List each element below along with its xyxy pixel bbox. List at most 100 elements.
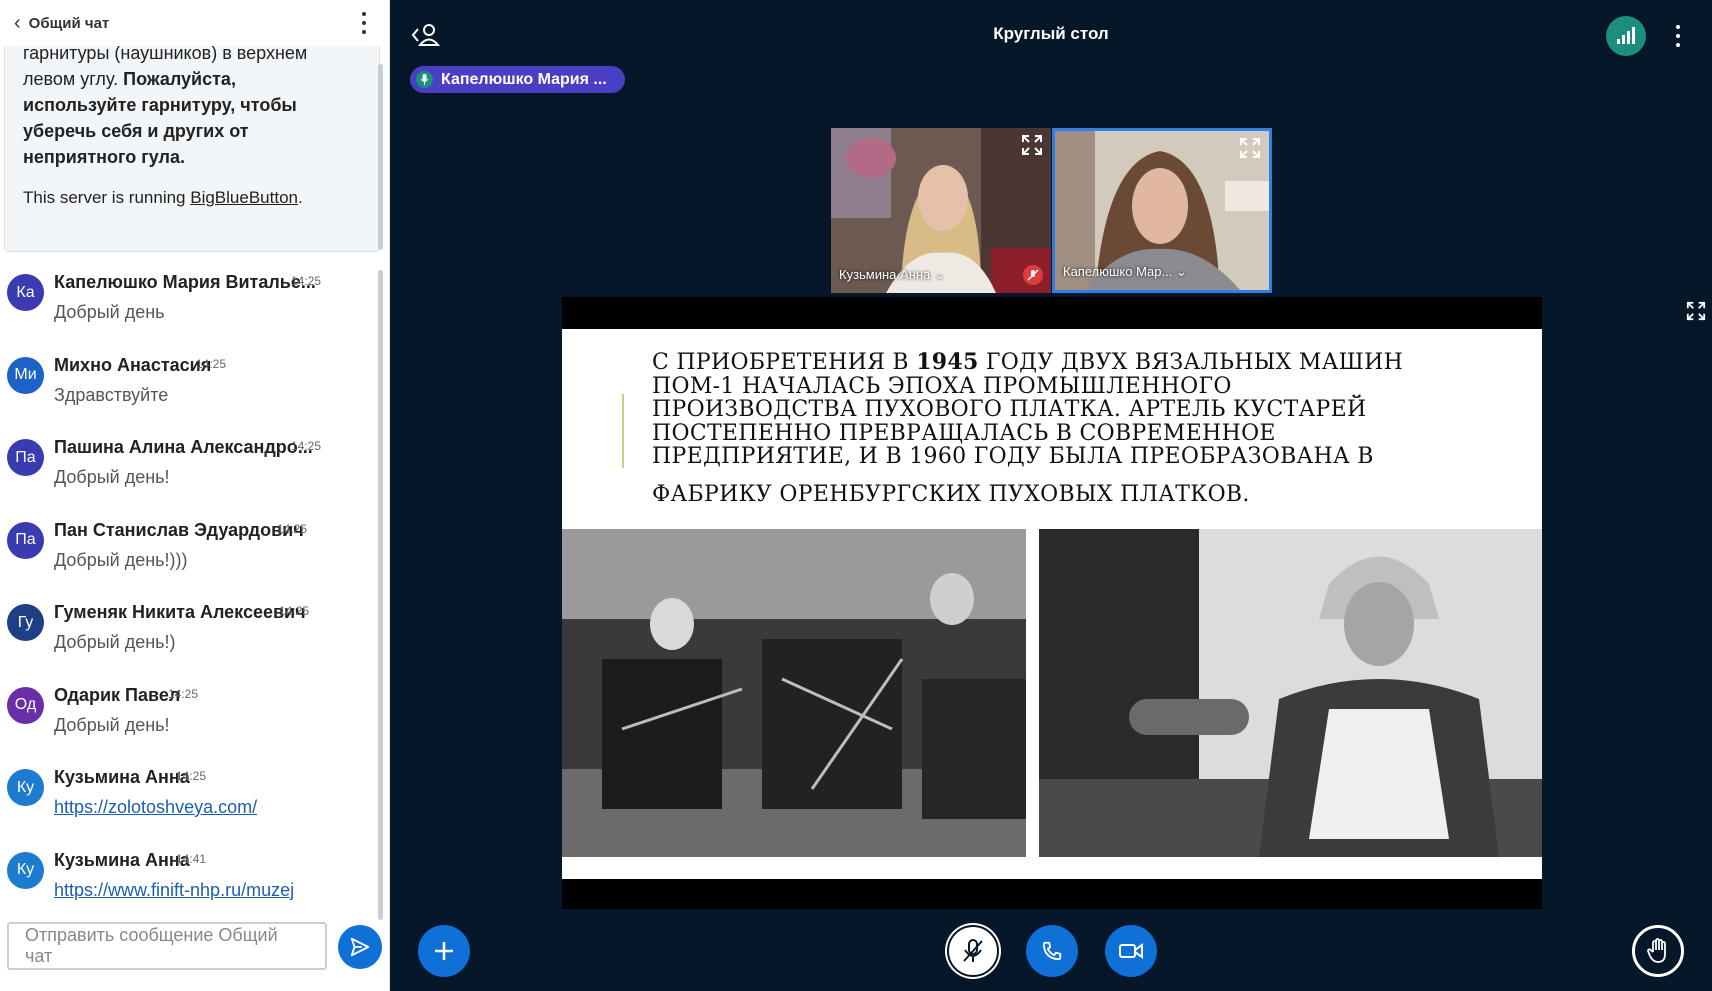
message-time: 14:25	[279, 604, 310, 618]
phone-icon	[1042, 941, 1062, 961]
message-author: Михно Анастасия	[54, 354, 212, 375]
slide-line-3: производства пухового платка. Артель кус…	[652, 397, 1367, 422]
slide-line-4: постепенно превращалась в современное	[652, 420, 1276, 446]
chat-message-input[interactable]: Отправить сообщение Общий чат	[7, 922, 327, 970]
webcam-user-label[interactable]: Кузьмина Анна ⌄	[839, 267, 945, 283]
slide-line-2: ПОМ-1 началась эпоха промышленного	[652, 373, 1232, 399]
chat-panel: ‹ Общий чат гарнитуры (наушников) в верх…	[0, 0, 390, 991]
options-menu-button[interactable]	[1673, 25, 1683, 47]
send-icon	[350, 937, 370, 957]
message-time: 14:25	[176, 769, 207, 783]
connection-status-icon	[1617, 39, 1620, 44]
chat-scrollbar[interactable]	[378, 270, 383, 920]
meeting-title: Круглый стол	[993, 24, 1109, 43]
welcome-line-3: используйте гарнитуру, чтобы	[23, 95, 297, 115]
chat-message: Ми Михно Анастасия 14:25 Здравствуйте	[0, 345, 380, 428]
chat-message: Ка Капелюшко Мария Виталье... 14:25 Добрый …	[0, 262, 380, 345]
chat-message: Па Пашина Алина Александро... 14:25 Добрый …	[0, 427, 380, 510]
presentation-slide: С приобретения в 1945 году двух вязальны…	[562, 297, 1542, 909]
slide-photo-factory	[562, 529, 1026, 857]
slide-year: 1945	[916, 349, 979, 375]
avatar[interactable]: Ми	[7, 356, 44, 394]
chat-message: Гу Гуменяк Никита Алексеевич 14:25 Добрый д…	[0, 592, 380, 675]
message-text: Добрый день	[54, 302, 165, 322]
chevron-left-icon: ‹	[14, 12, 21, 34]
video-icon	[1119, 943, 1143, 959]
talking-user-name: Капелюшко Мария ...	[441, 70, 607, 88]
avatar[interactable]: Ка	[7, 274, 44, 311]
avatar[interactable]: Гу	[7, 604, 44, 641]
fullscreen-icon[interactable]	[1021, 134, 1043, 156]
welcome-message: гарнитуры (наушников) в верхнем левом уг…	[4, 46, 380, 252]
chat-back-button[interactable]: ‹ Общий чат	[14, 13, 109, 33]
chat-message-list: Ка Капелюшко Мария Виталье... 14:25 Добрый …	[0, 262, 380, 922]
chat-message: Ку Кузьмина Анна 14:25 https://zolotoshveya…	[0, 757, 380, 840]
webcam-user-label[interactable]: Капелюшко Мар... ⌄	[1063, 264, 1187, 280]
message-author: Кузьмина Анна	[54, 767, 190, 787]
raise-hand-button[interactable]	[1632, 925, 1684, 977]
send-message-button[interactable]	[338, 925, 382, 969]
message-text: Добрый день!)))	[54, 549, 188, 570]
message-text: Добрый день!	[54, 714, 170, 735]
message-author: Кузьмина Анна	[54, 849, 190, 870]
slide-line-1b: году двух вязальных машин	[978, 350, 1404, 375]
message-author: Гуменяк Никита Алексеевич	[54, 602, 306, 622]
message-text: Добрый день!	[54, 467, 170, 487]
mute-button[interactable]	[947, 925, 999, 977]
chat-input-placeholder: Отправить сообщение Общий чат	[25, 925, 278, 966]
fullscreen-icon[interactable]	[1239, 137, 1261, 159]
message-time: 14:25	[291, 439, 322, 453]
message-author: Одарик Павел	[54, 684, 181, 705]
message-author: Пашина Алина Александро...	[54, 437, 313, 457]
message-text: Здравствуйте	[54, 384, 169, 405]
message-time: 14:25	[196, 356, 227, 371]
chat-title: Общий чат	[28, 14, 110, 32]
message-time: 14:25	[291, 274, 322, 288]
mic-icon	[416, 71, 433, 88]
chat-header: ‹ Общий чат	[0, 0, 390, 46]
mic-icon	[963, 939, 983, 962]
slide-accent-bar	[622, 394, 624, 468]
share-webcam-button[interactable]	[1105, 925, 1157, 977]
webcam-tile[interactable]: Кузьмина Анна ⌄	[831, 128, 1051, 293]
avatar[interactable]: Од	[7, 686, 44, 724]
avatar[interactable]: Па	[7, 439, 44, 476]
welcome-line-1: гарнитуры (наушников) в верхнем	[23, 46, 308, 63]
slide-line-6: фабрику оренбургских пуховых платков.	[652, 481, 1250, 507]
avatar[interactable]: Па	[7, 521, 44, 559]
message-link[interactable]: https://zolotoshveya.com/	[54, 797, 257, 818]
presentation-fullscreen-icon[interactable]	[1686, 301, 1706, 321]
message-time: 14:25	[277, 521, 308, 536]
plus-icon	[435, 942, 453, 960]
message-time: 14:41	[176, 851, 207, 866]
leave-audio-button[interactable]	[1026, 925, 1078, 977]
raise-hand-icon	[1647, 938, 1666, 963]
message-author: Капелюшко Мария Виталье...	[54, 272, 316, 292]
bigbluebutton-link[interactable]: BigBlueButton	[190, 188, 298, 207]
message-time: 14:25	[168, 686, 199, 701]
slide-line-1a: С приобретения в	[652, 350, 917, 375]
slide-photo-worker	[1039, 529, 1542, 857]
muted-mic-icon	[1023, 265, 1043, 285]
message-link[interactable]: https://www.finift-nhp.ru/muzej	[54, 880, 294, 901]
server-suffix: .	[297, 188, 303, 207]
welcome-line-2-bold: Пожалуйста,	[123, 69, 236, 89]
welcome-scrollbar[interactable]	[378, 64, 383, 250]
connection-status-button[interactable]	[1606, 16, 1646, 56]
welcome-line-5: неприятного гула.	[23, 147, 185, 167]
meeting-area: Круглый стол Капелюшко Мария ... Кузьмин…	[390, 0, 1712, 991]
avatar[interactable]: Ку	[7, 851, 44, 889]
avatar[interactable]: Ку	[7, 769, 44, 806]
chat-message: Па Пан Станислав Эдуардович 14:25 Добрый де…	[0, 510, 380, 593]
actions-button[interactable]	[418, 925, 470, 977]
webcam-tile-active[interactable]: Капелюшко Мар... ⌄	[1052, 128, 1272, 293]
welcome-line-4: уберечь себя и других от	[23, 121, 249, 141]
slide-content: С приобретения в 1945 году двух вязальны…	[562, 329, 1542, 879]
chat-message: Ку Кузьмина Анна 14:41 https://www.finift-n…	[0, 840, 380, 923]
server-text: This server is running	[23, 188, 191, 207]
chat-options-button[interactable]	[358, 12, 370, 34]
message-text: Добрый день!)	[54, 632, 176, 652]
talking-indicator[interactable]: Капелюшко Мария ...	[410, 66, 625, 93]
message-author: Пан Станислав Эдуардович	[54, 519, 304, 540]
slide-text: С приобретения в 1945 году двух вязальны…	[652, 349, 1512, 507]
